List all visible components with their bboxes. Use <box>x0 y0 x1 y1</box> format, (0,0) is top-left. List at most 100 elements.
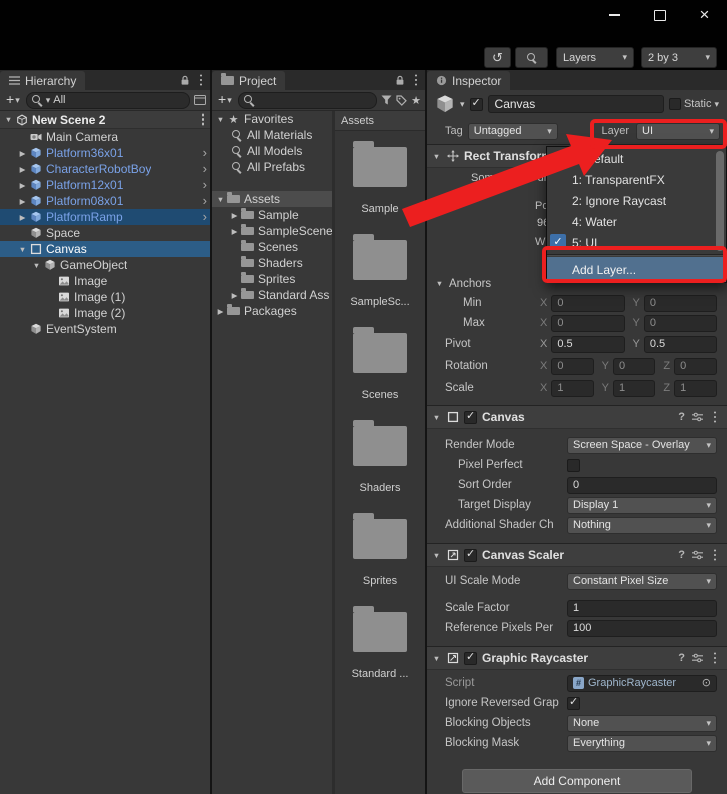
component-menu-icon[interactable] <box>710 410 720 425</box>
hierarchy-item-platform36x01[interactable]: Platform36x01 <box>0 145 210 161</box>
expand-arrow-icon[interactable] <box>31 261 42 270</box>
additional-shader-dropdown[interactable]: Nothing <box>567 516 717 534</box>
scene-menu-icon[interactable] <box>198 112 208 127</box>
asset-folder-samplescene[interactable]: SampleSc... <box>335 224 425 317</box>
blocking-objects-dropdown[interactable]: None <box>567 714 717 732</box>
lock-icon[interactable] <box>395 75 405 86</box>
project-item-scenes[interactable]: Scenes <box>212 239 332 255</box>
max-y-field[interactable]: 0 <box>643 314 717 332</box>
layers-dropdown[interactable]: Layers <box>556 47 634 68</box>
max-x-field[interactable]: 0 <box>551 314 625 332</box>
render-mode-dropdown[interactable]: Screen Space - Overlay <box>567 436 717 454</box>
expand-arrow-icon[interactable] <box>17 197 28 206</box>
hierarchy-search-input[interactable]: All <box>25 91 190 109</box>
object-picker-icon[interactable] <box>702 677 711 689</box>
expand-arrow-icon[interactable] <box>431 654 442 663</box>
layer-option-ignore-raycast[interactable]: 2: Ignore Raycast <box>547 190 726 211</box>
project-item-all-models[interactable]: All Models <box>212 143 332 159</box>
favorites-icon[interactable] <box>411 91 421 109</box>
scale-y-field[interactable]: 1 <box>613 379 656 397</box>
expand-arrow-icon[interactable] <box>215 115 226 124</box>
search-by-label-icon[interactable] <box>396 94 407 106</box>
tab-inspector[interactable]: Inspector <box>427 71 511 90</box>
reference-pixels-field[interactable]: 100 <box>567 619 717 637</box>
hierarchy-item-eventsystem[interactable]: EventSystem <box>0 321 210 337</box>
project-search-input[interactable] <box>237 91 378 109</box>
create-asset-button[interactable] <box>216 91 234 109</box>
expand-arrow-icon[interactable] <box>229 291 240 300</box>
popup-scrollbar[interactable] <box>716 151 724 251</box>
expand-arrow-icon[interactable] <box>17 213 28 222</box>
ui-scale-mode-dropdown[interactable]: Constant Pixel Size <box>567 572 717 590</box>
canvas-scaler-header[interactable]: Canvas Scaler <box>427 543 727 567</box>
active-checkbox[interactable] <box>469 97 483 111</box>
hierarchy-item-platformramp[interactable]: PlatformRamp <box>0 209 210 225</box>
expand-arrow-icon[interactable] <box>229 227 240 236</box>
pixel-perfect-checkbox[interactable] <box>567 458 580 472</box>
expand-arrow-icon[interactable] <box>17 245 28 254</box>
layout-dropdown[interactable]: 2 by 3 <box>641 47 717 68</box>
expand-arrow-icon[interactable] <box>434 279 445 288</box>
prefab-open-arrow-icon[interactable] <box>203 178 210 192</box>
project-item-assets[interactable]: Assets <box>212 191 332 207</box>
expand-arrow-icon[interactable] <box>229 211 240 220</box>
hierarchy-item-platform08x01[interactable]: Platform08x01 <box>0 193 210 209</box>
expand-arrow-icon[interactable] <box>431 413 442 422</box>
project-item-all-materials[interactable]: All Materials <box>212 127 332 143</box>
project-item-sample[interactable]: Sample <box>212 207 332 223</box>
hierarchy-item-main-camera[interactable]: Main Camera <box>0 129 210 145</box>
help-icon[interactable] <box>678 411 685 423</box>
hierarchy-item-image-1[interactable]: Image (1) <box>0 289 210 305</box>
layer-option-transparentfx[interactable]: 1: TransparentFX <box>547 169 726 190</box>
layer-dropdown[interactable]: UI <box>636 122 720 140</box>
help-icon[interactable] <box>678 549 685 561</box>
tab-project[interactable]: Project <box>212 71 286 90</box>
prefab-open-arrow-icon[interactable] <box>203 210 210 224</box>
search-window-icon[interactable] <box>194 95 206 105</box>
presets-icon[interactable] <box>692 653 703 663</box>
expand-arrow-icon[interactable] <box>17 181 28 190</box>
asset-folder-scenes[interactable]: Scenes <box>335 317 425 410</box>
expand-arrow-icon[interactable] <box>431 152 442 161</box>
scale-factor-field[interactable]: 1 <box>567 599 717 617</box>
gameobject-icon[interactable] <box>435 94 455 114</box>
rotation-z-field[interactable]: 0 <box>674 357 718 375</box>
hierarchy-item-image[interactable]: Image <box>0 273 210 289</box>
layer-option-ui[interactable]: 5: UI <box>547 232 726 253</box>
hierarchy-item-characterrobotboy[interactable]: CharacterRobotBoy <box>0 161 210 177</box>
expand-arrow-icon[interactable] <box>215 195 226 204</box>
canvas-component-header[interactable]: Canvas <box>427 405 727 429</box>
hierarchy-item-canvas[interactable]: Canvas <box>0 241 210 257</box>
project-item-samplescene[interactable]: SampleScene <box>212 223 332 239</box>
target-display-dropdown[interactable]: Display 1 <box>567 496 717 514</box>
project-item-shaders[interactable]: Shaders <box>212 255 332 271</box>
expand-arrow-icon[interactable] <box>3 115 14 124</box>
minimize-button[interactable] <box>592 0 637 30</box>
tab-hierarchy[interactable]: Hierarchy <box>0 71 86 90</box>
asset-folder-sprites[interactable]: Sprites <box>335 503 425 596</box>
pivot-x-field[interactable]: 0.5 <box>551 335 625 353</box>
min-x-field[interactable]: 0 <box>551 294 625 312</box>
add-layer-option[interactable]: Add Layer... <box>547 257 726 282</box>
prefab-open-arrow-icon[interactable] <box>203 146 210 160</box>
maximize-button[interactable] <box>637 0 682 30</box>
expand-arrow-icon[interactable] <box>431 551 442 560</box>
hierarchy-item-gameobject[interactable]: GameObject <box>0 257 210 273</box>
layer-option-water[interactable]: 4: Water <box>547 211 726 232</box>
lock-icon[interactable] <box>180 75 190 86</box>
script-field[interactable]: GraphicRaycaster <box>567 674 717 692</box>
search-by-type-icon[interactable] <box>381 95 392 105</box>
hierarchy-item-platform12x01[interactable]: Platform12x01 <box>0 177 210 193</box>
prefab-open-arrow-icon[interactable] <box>203 162 210 176</box>
add-component-button[interactable]: Add Component <box>462 769 692 793</box>
project-item-standard-assets[interactable]: Standard Ass <box>212 287 332 303</box>
scale-x-field[interactable]: 1 <box>551 379 594 397</box>
panel-menu-icon[interactable] <box>196 73 206 88</box>
global-search-button[interactable] <box>515 47 548 68</box>
prefab-open-arrow-icon[interactable] <box>203 194 210 208</box>
project-item-packages[interactable]: Packages <box>212 303 332 319</box>
graphic-raycaster-header[interactable]: Graphic Raycaster <box>427 646 727 670</box>
layer-option-default[interactable]: 0: Default <box>547 148 726 169</box>
blocking-mask-dropdown[interactable]: Everything <box>567 734 717 752</box>
panel-menu-icon[interactable] <box>411 73 421 88</box>
